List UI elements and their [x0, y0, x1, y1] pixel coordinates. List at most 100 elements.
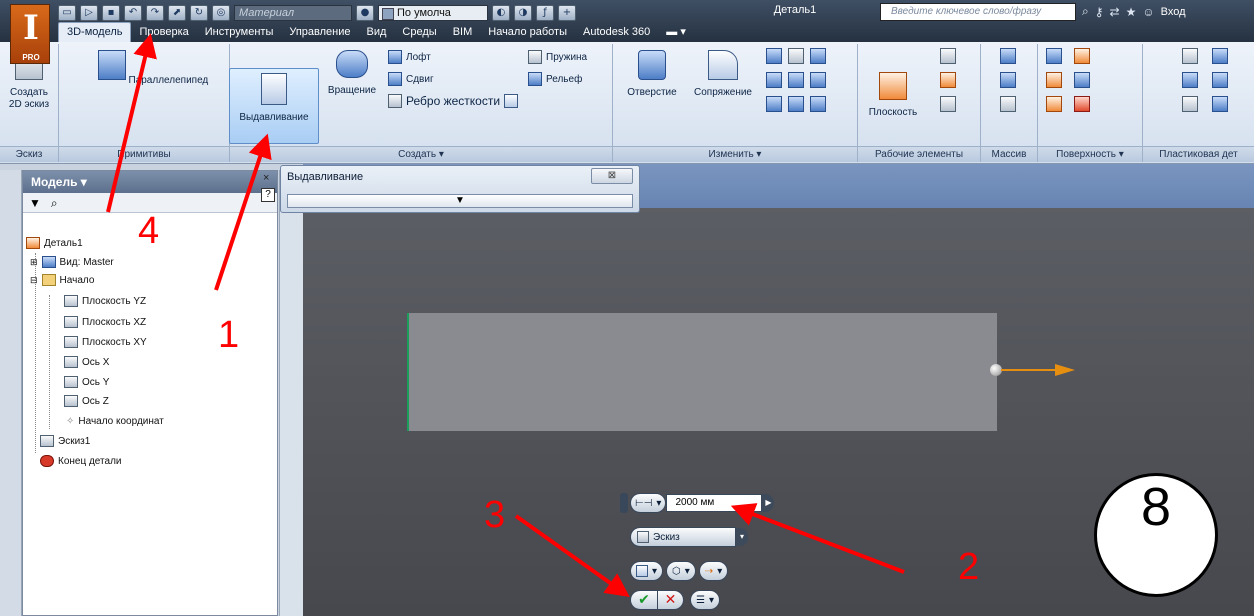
- point-icon[interactable]: [940, 72, 956, 88]
- boss-icon[interactable]: [1182, 72, 1198, 88]
- tree-node-axis-y[interactable]: Ось Y: [64, 373, 109, 391]
- tree-node-sketch1[interactable]: Эскиз1: [40, 432, 90, 450]
- distance-input[interactable]: 2000 мм: [666, 494, 763, 512]
- filter-icon[interactable]: ▼: [29, 196, 41, 210]
- ucs-icon[interactable]: [940, 96, 956, 112]
- direction-arrow-shaft[interactable]: [1001, 369, 1057, 371]
- extrude-preview-rectangle[interactable]: [407, 313, 997, 431]
- direct-edit-icon[interactable]: [810, 72, 826, 88]
- draft-icon[interactable]: [788, 48, 804, 64]
- panel-label-surface[interactable]: Поверхность ▾: [1038, 146, 1142, 162]
- tab-view[interactable]: Вид: [359, 23, 395, 42]
- select-icon[interactable]: ⬈: [168, 5, 186, 21]
- tab-get-started[interactable]: Начало работы: [480, 23, 575, 42]
- stitch-icon[interactable]: [1046, 72, 1062, 88]
- direction-button[interactable]: ⇢ ▾: [698, 561, 729, 581]
- material-select[interactable]: Материал: [234, 5, 352, 21]
- expand-plus-icon[interactable]: ⊞: [30, 257, 38, 268]
- tree-node-view[interactable]: ⊞ Вид: Master: [30, 253, 114, 271]
- tab-manage[interactable]: Управление: [281, 23, 358, 42]
- output-type-button[interactable]: ▾: [630, 561, 664, 581]
- axis-icon[interactable]: [940, 48, 956, 64]
- chevron-down-icon[interactable]: ▾: [736, 528, 748, 546]
- star-icon[interactable]: ★: [1126, 5, 1137, 19]
- rule-fillet-icon[interactable]: [1212, 72, 1228, 88]
- browser-splitter[interactable]: [279, 170, 303, 616]
- app-logo[interactable]: I PRO: [10, 4, 50, 64]
- panel-label-create[interactable]: Создать ▾: [230, 146, 612, 162]
- grill-icon[interactable]: [1182, 48, 1198, 64]
- new-file-icon[interactable]: ▭: [58, 5, 76, 21]
- rib-button[interactable]: Ребро жесткости: [388, 94, 519, 108]
- lip-icon[interactable]: [1212, 96, 1228, 112]
- key-icon[interactable]: ⚷: [1095, 5, 1104, 19]
- open-file-icon[interactable]: ▷: [80, 5, 98, 21]
- plane-button[interactable]: Плоскость: [862, 72, 924, 119]
- add-icon[interactable]: +: [558, 5, 576, 21]
- properties-icon[interactable]: ◎: [212, 5, 230, 21]
- help-search-input[interactable]: Введите ключевое слово/фразу: [880, 3, 1076, 21]
- save-icon[interactable]: ▪: [102, 5, 120, 21]
- update-icon[interactable]: ↻: [190, 5, 208, 21]
- extend-icon[interactable]: [1074, 72, 1090, 88]
- login-link[interactable]: Вход: [1161, 6, 1186, 18]
- adjust-appearance-icon[interactable]: ◐: [492, 5, 510, 21]
- tree-node-plane-yz[interactable]: Плоскость YZ: [64, 292, 146, 310]
- tree-node-plane-xy[interactable]: Плоскость XY: [64, 333, 147, 351]
- shell-icon[interactable]: [766, 48, 782, 64]
- panel-label-modify[interactable]: Изменить ▾: [613, 146, 857, 162]
- profile-select[interactable]: Эскиз: [630, 527, 736, 547]
- direction-arrow-icon[interactable]: [1055, 364, 1075, 376]
- distance-arrow-icon[interactable]: ▶: [762, 494, 775, 512]
- patch-icon[interactable]: [1046, 48, 1062, 64]
- undo-icon[interactable]: ↶: [124, 5, 142, 21]
- tree-node-origin[interactable]: ⊟ Начало: [30, 271, 94, 289]
- coil-button[interactable]: Пружина: [528, 50, 587, 64]
- tab-bim[interactable]: BIM: [445, 23, 481, 42]
- extrude-button[interactable]: Выдавливание: [229, 68, 319, 144]
- binoculars-icon[interactable]: ⌕: [1082, 4, 1089, 19]
- split-icon[interactable]: [766, 72, 782, 88]
- ok-checkmark-icon[interactable]: ✔: [630, 590, 658, 610]
- tab-autodesk-360[interactable]: Autodesk 360: [575, 23, 658, 42]
- tree-node-center-point[interactable]: ✧ Начало координат: [66, 412, 164, 430]
- mirror-icon[interactable]: [1000, 96, 1016, 112]
- tree-node-part[interactable]: Деталь1: [26, 234, 83, 252]
- tab-tools[interactable]: Инструменты: [197, 23, 282, 42]
- tree-node-axis-x[interactable]: Ось X: [64, 353, 109, 371]
- delete-face-icon[interactable]: [810, 96, 826, 112]
- user-icon[interactable]: ☺: [1142, 5, 1154, 19]
- tree-node-plane-xz[interactable]: Плоскость XZ: [64, 313, 146, 331]
- tree-node-axis-z[interactable]: Ось Z: [64, 392, 109, 410]
- grip-handle[interactable]: [620, 493, 628, 513]
- replace-face-icon[interactable]: [1074, 96, 1090, 112]
- emboss-button[interactable]: Рельеф: [528, 72, 582, 86]
- sculpt-icon[interactable]: [1046, 96, 1062, 112]
- trim-icon[interactable]: [1074, 48, 1090, 64]
- thread-icon[interactable]: [810, 48, 826, 64]
- redo-icon[interactable]: ↷: [146, 5, 164, 21]
- revolve-button[interactable]: Вращение: [322, 50, 382, 97]
- boolean-operation-button[interactable]: ⬡ ▾: [666, 561, 696, 581]
- loft-button[interactable]: Лофт: [388, 50, 431, 64]
- tab-inspect[interactable]: Проверка: [131, 23, 196, 42]
- appearance-select[interactable]: По умолча: [378, 5, 488, 21]
- tree-node-end-of-part[interactable]: Конец детали: [40, 452, 122, 470]
- combine-icon[interactable]: [788, 72, 804, 88]
- derive-icon[interactable]: [504, 94, 519, 108]
- collapse-minus-icon[interactable]: ⊟: [30, 275, 38, 286]
- cancel-x-icon[interactable]: ✕: [658, 590, 684, 610]
- snap-fit-icon[interactable]: [1212, 48, 1228, 64]
- sweep-button[interactable]: Сдвиг: [388, 72, 434, 86]
- exchange-icon[interactable]: ⇄: [1110, 5, 1120, 19]
- thicken-icon[interactable]: [788, 96, 804, 112]
- tab-3d-model[interactable]: 3D-модель: [58, 22, 132, 42]
- find-binoculars-icon[interactable]: ⌕: [51, 196, 58, 210]
- clear-appearance-icon[interactable]: ◑: [514, 5, 532, 21]
- fillet-button[interactable]: Сопряжение: [686, 50, 760, 99]
- dialog-expand-button[interactable]: ▼: [287, 194, 633, 208]
- menu-options-button[interactable]: ☰ ▾: [690, 590, 720, 610]
- parameters-fx-icon[interactable]: ƒ: [536, 5, 554, 21]
- tab-overflow-icon[interactable]: ▬ ▾: [658, 22, 694, 42]
- help-icon[interactable]: ?: [261, 188, 275, 202]
